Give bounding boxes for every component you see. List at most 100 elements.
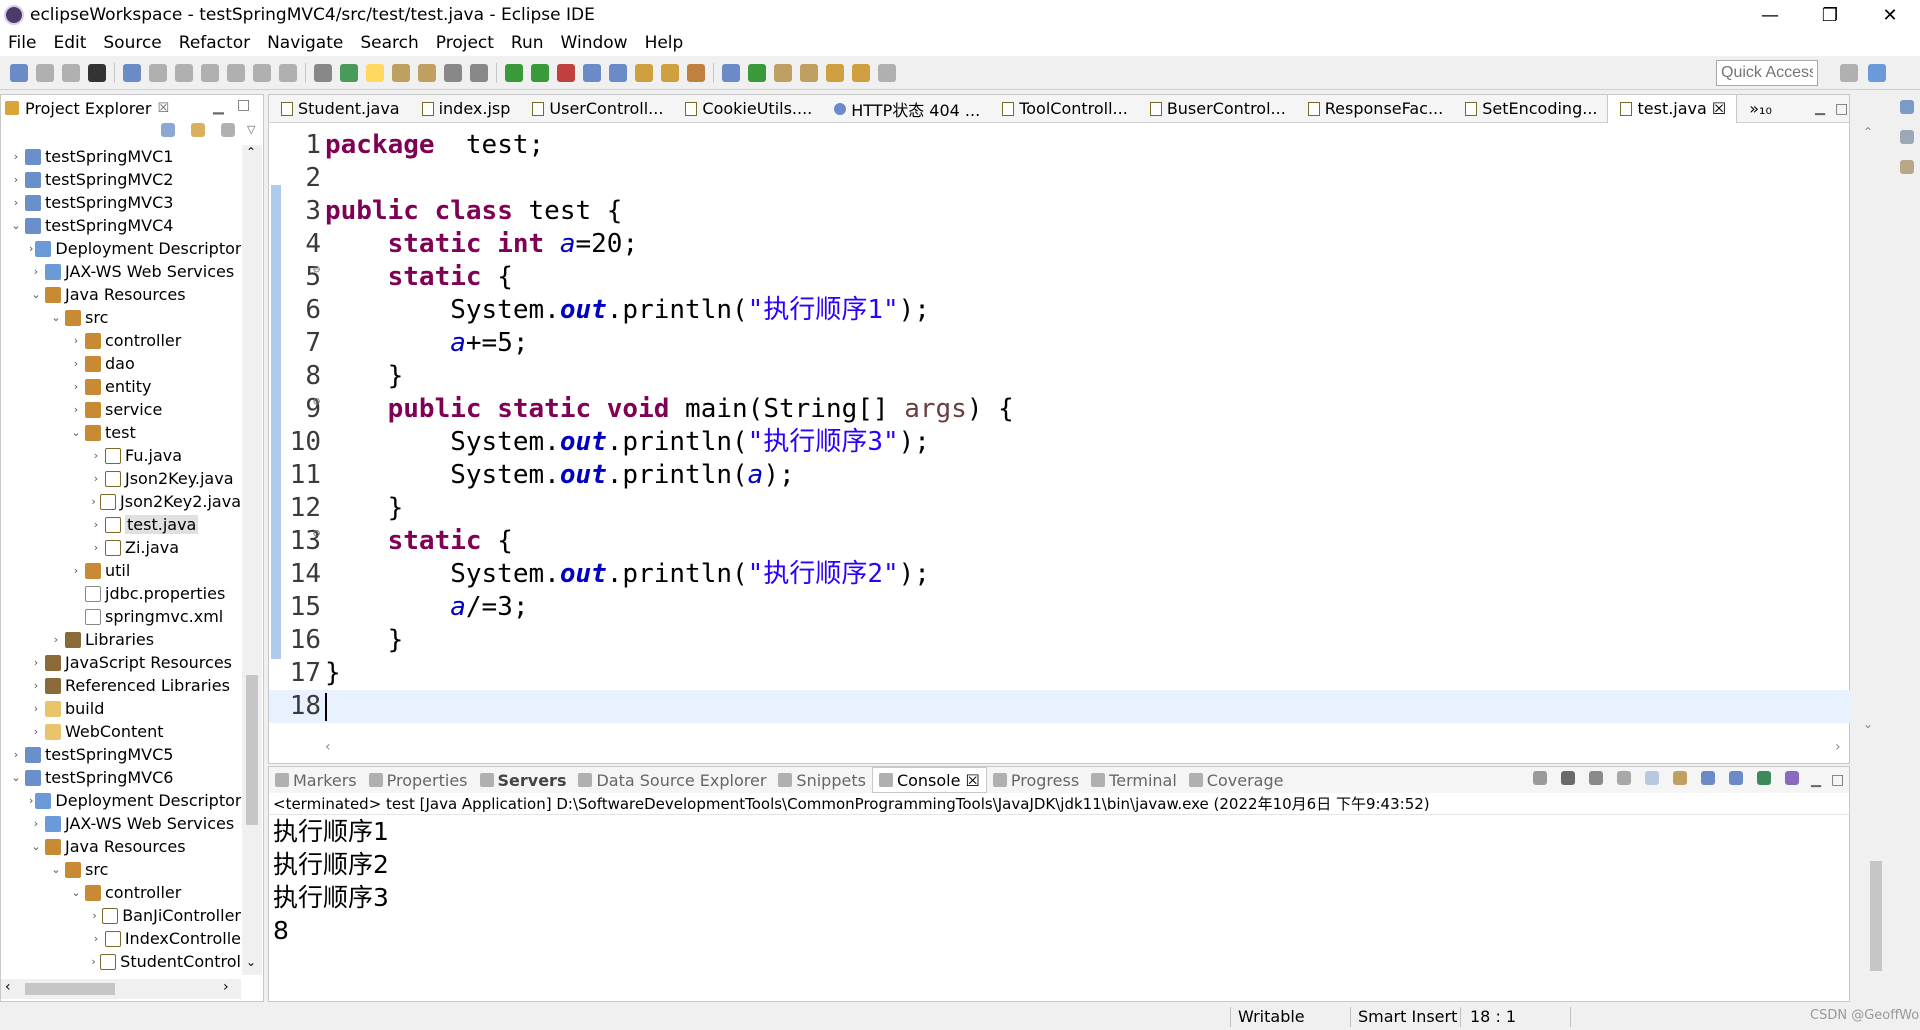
console-view-tab[interactable]: Terminal bbox=[1085, 771, 1183, 790]
tree-item[interactable]: › JAX-WS Web Services bbox=[1, 260, 241, 283]
code-line[interactable]: 18 bbox=[269, 690, 1851, 723]
toolbar-button-icon[interactable] bbox=[470, 63, 488, 82]
editor-tab[interactable]: CookieUtils.... bbox=[673, 95, 822, 123]
collapse-all-icon[interactable] bbox=[161, 123, 175, 137]
expand-arrow-icon[interactable]: ⌄ bbox=[29, 840, 43, 853]
tree-item[interactable]: › Fu.java bbox=[1, 444, 241, 467]
tree-item[interactable]: ⌄ src bbox=[1, 858, 241, 881]
tree-item[interactable]: › build bbox=[1, 697, 241, 720]
show-on-output-icon[interactable] bbox=[1701, 771, 1715, 785]
view-menu-icon[interactable]: ▽ bbox=[247, 123, 255, 137]
expand-arrow-icon[interactable]: › bbox=[9, 150, 23, 163]
tree-item[interactable]: › testSpringMVC5 bbox=[1, 743, 241, 766]
minimize-view-icon[interactable]: ▁ bbox=[213, 99, 224, 115]
toolbar-button-icon[interactable] bbox=[418, 63, 436, 82]
expand-arrow-icon[interactable]: › bbox=[69, 564, 83, 577]
console-maximize-icon[interactable]: □ bbox=[1831, 772, 1844, 788]
toolbar-button-icon[interactable] bbox=[722, 63, 740, 82]
toolbar-button-icon[interactable] bbox=[62, 63, 80, 82]
close-view-icon[interactable]: ☒ bbox=[157, 101, 169, 116]
toolbar-button-icon[interactable] bbox=[314, 63, 332, 82]
editor-scroll-up-icon[interactable]: ⌃ bbox=[1863, 125, 1873, 139]
expand-arrow-icon[interactable]: › bbox=[69, 334, 83, 347]
tree-item[interactable]: › controller bbox=[1, 329, 241, 352]
fold-toggle-icon[interactable]: ⊖ bbox=[313, 517, 320, 550]
editor-scroll-right-icon[interactable]: › bbox=[1835, 739, 1841, 755]
remove-launch-icon[interactable] bbox=[1561, 771, 1575, 785]
tree-item[interactable]: › Zi.java bbox=[1, 536, 241, 559]
console-output[interactable]: 执行顺序1 执行顺序2 执行顺序3 8 bbox=[269, 815, 1849, 947]
editor-scroll-left-icon[interactable]: ‹ bbox=[325, 739, 331, 755]
tree-item[interactable]: ⌄ src bbox=[1, 306, 241, 329]
tree-item[interactable]: › test.java bbox=[1, 513, 241, 536]
restore-view-icon[interactable] bbox=[1900, 100, 1914, 114]
clear-console-icon[interactable] bbox=[1617, 771, 1631, 785]
toolbar-button-icon[interactable] bbox=[253, 63, 271, 82]
filter-icon[interactable] bbox=[221, 123, 235, 137]
toolbar-button-icon[interactable] bbox=[800, 63, 818, 82]
menu-refactor[interactable]: Refactor bbox=[171, 33, 259, 53]
expand-arrow-icon[interactable]: › bbox=[29, 794, 33, 807]
code-line[interactable]: 16 } bbox=[269, 624, 1851, 657]
toolbar-button-icon[interactable] bbox=[635, 63, 653, 82]
code-line[interactable]: 15 a/=3; bbox=[269, 591, 1851, 624]
word-wrap-icon[interactable] bbox=[1673, 771, 1687, 785]
toolbar-button-icon[interactable] bbox=[123, 63, 141, 82]
expand-arrow-icon[interactable]: ⌄ bbox=[69, 886, 83, 899]
menu-search[interactable]: Search bbox=[352, 33, 427, 53]
code-line[interactable]: 14 System.out.println("执行顺序2"); bbox=[269, 558, 1851, 591]
tree-item[interactable]: › StudentControl bbox=[1, 950, 241, 973]
java-ee-perspective-icon[interactable] bbox=[1868, 63, 1886, 82]
link-with-editor-icon[interactable] bbox=[191, 123, 205, 137]
quick-access-input[interactable] bbox=[1716, 60, 1818, 86]
explorer-hscroll-thumb[interactable] bbox=[25, 983, 115, 995]
fold-toggle-icon[interactable]: ⊖ bbox=[313, 253, 320, 286]
project-explorer-tab[interactable]: Project Explorer ☒ ▁ □ bbox=[1, 95, 263, 121]
restore-button[interactable]: ❐ bbox=[1800, 0, 1860, 30]
expand-arrow-icon[interactable]: › bbox=[89, 541, 103, 554]
expand-arrow-icon[interactable]: › bbox=[29, 702, 43, 715]
close-button[interactable]: ✕ bbox=[1860, 0, 1920, 30]
code-line[interactable]: 4 static int a=20; bbox=[269, 228, 1851, 261]
menu-file[interactable]: File bbox=[0, 33, 45, 53]
editor-tab[interactable]: »₁₀ bbox=[1737, 95, 1782, 123]
maximize-view-icon[interactable]: □ bbox=[237, 97, 250, 113]
toolbar-button-icon[interactable] bbox=[88, 63, 106, 82]
code-line[interactable]: 17} bbox=[269, 657, 1851, 690]
code-line[interactable]: 8 } bbox=[269, 360, 1851, 393]
code-line[interactable]: 2 bbox=[269, 162, 1851, 195]
terminate-icon[interactable] bbox=[1533, 771, 1547, 785]
toolbar-button-icon[interactable] bbox=[852, 63, 870, 82]
code-area[interactable]: 1 package test; 2 3 public class test {4 sta… bbox=[269, 125, 1851, 725]
menu-run[interactable]: Run bbox=[503, 33, 553, 53]
expand-arrow-icon[interactable]: › bbox=[29, 656, 43, 669]
toolbar-button-icon[interactable] bbox=[661, 63, 679, 82]
editor-minimize-icon[interactable]: ▁ bbox=[1815, 101, 1825, 116]
scroll-down-icon[interactable]: ⌄ bbox=[246, 955, 256, 969]
editor-tab[interactable]: index.jsp bbox=[410, 95, 521, 123]
console-view-tab[interactable]: Progress bbox=[987, 771, 1085, 790]
toolbar-button-icon[interactable] bbox=[826, 63, 844, 82]
console-view-tab[interactable]: Markers bbox=[269, 771, 363, 790]
tree-item[interactable]: ⌄ controller bbox=[1, 881, 241, 904]
expand-arrow-icon[interactable]: ⌄ bbox=[9, 219, 23, 232]
editor-tab[interactable]: ToolControll... bbox=[990, 95, 1138, 123]
display-console-icon[interactable] bbox=[1757, 771, 1771, 785]
tree-item[interactable]: › dao bbox=[1, 352, 241, 375]
editor-scroll-down-icon[interactable]: ⌄ bbox=[1863, 717, 1873, 731]
toolbar-button-icon[interactable] bbox=[878, 63, 896, 82]
expand-arrow-icon[interactable]: ⌄ bbox=[29, 288, 43, 301]
task-list-icon[interactable] bbox=[1900, 160, 1914, 174]
pin-console-icon[interactable] bbox=[1729, 771, 1743, 785]
expand-arrow-icon[interactable]: › bbox=[49, 633, 63, 646]
console-view-tab[interactable]: Coverage bbox=[1183, 771, 1290, 790]
tree-item[interactable]: › BanJiController bbox=[1, 904, 241, 927]
expand-arrow-icon[interactable]: › bbox=[69, 403, 83, 416]
toolbar-button-icon[interactable] bbox=[175, 63, 193, 82]
toolbar-button-icon[interactable] bbox=[583, 63, 601, 82]
tree-item[interactable]: › testSpringMVC3 bbox=[1, 191, 241, 214]
open-perspective-icon[interactable] bbox=[1840, 63, 1858, 82]
expand-arrow-icon[interactable]: › bbox=[9, 173, 23, 186]
expand-arrow-icon[interactable]: › bbox=[29, 725, 43, 738]
editor-tab[interactable]: SetEncoding... bbox=[1453, 95, 1607, 123]
